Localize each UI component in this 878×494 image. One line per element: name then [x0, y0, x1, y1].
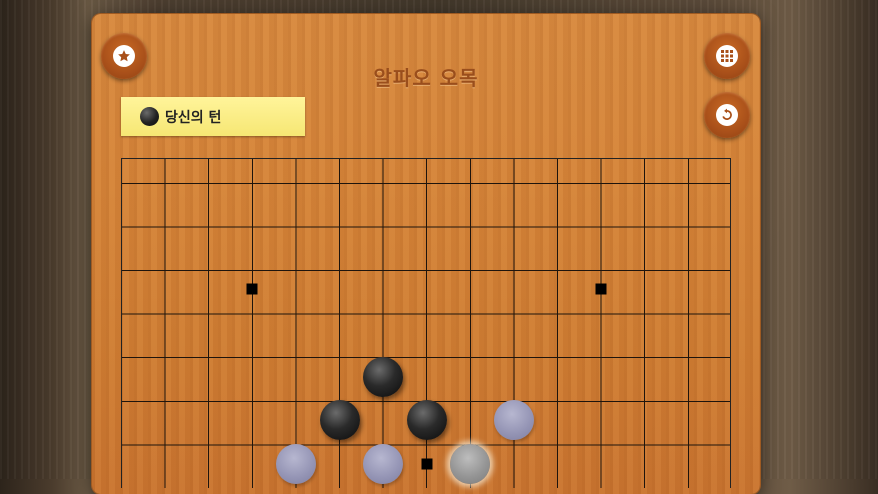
star-icon: [113, 45, 135, 67]
gray-stone[interactable]: [450, 443, 491, 484]
ghost-stone[interactable]: [363, 443, 404, 484]
ghost-stone[interactable]: [275, 443, 316, 484]
turn-label: 당신의 턴: [165, 109, 222, 126]
black-stone-icon: [140, 107, 159, 126]
star-point: [421, 458, 433, 470]
star-point: [246, 283, 258, 295]
undo-icon: [716, 104, 738, 126]
black-stone: [319, 400, 360, 441]
board-grid: [122, 159, 730, 488]
black-stone: [406, 400, 447, 441]
menu-button[interactable]: [704, 33, 750, 79]
star-point: [595, 283, 607, 295]
undo-button[interactable]: [704, 92, 750, 138]
grid-icon: [716, 45, 738, 67]
black-stone: [363, 356, 404, 397]
ghost-stone[interactable]: [493, 400, 534, 441]
game-title: 알파오 오목: [373, 66, 479, 90]
turn-indicator: 당신의 턴: [121, 97, 305, 136]
favorite-button[interactable]: [101, 33, 147, 79]
game-board[interactable]: [121, 158, 731, 488]
